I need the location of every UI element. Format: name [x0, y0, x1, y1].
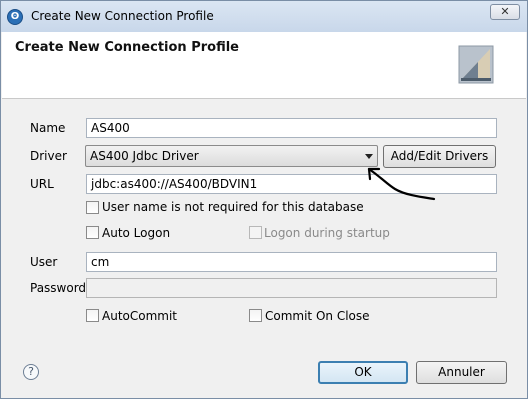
- connection-wizard-icon: [458, 45, 494, 84]
- close-button[interactable]: ✕: [490, 4, 520, 20]
- driver-label: Driver: [30, 149, 67, 163]
- username-not-required-label: User name is not required for this datab…: [102, 200, 364, 214]
- hand-drawn-arrow-annotation: [367, 167, 436, 201]
- password-input[interactable]: [86, 278, 497, 298]
- url-label: URL: [30, 177, 54, 191]
- banner-title: Create New Connection Profile: [15, 40, 239, 55]
- user-label: User: [30, 255, 58, 269]
- window-title: Create New Connection Profile: [31, 9, 214, 23]
- ok-button[interactable]: OK: [318, 361, 408, 384]
- autocommit-checkbox[interactable]: [86, 309, 99, 322]
- name-label: Name: [30, 121, 66, 135]
- connection-profile-dialog: ʘ Create New Connection Profile ✕ Create…: [0, 0, 528, 399]
- username-not-required-checkbox[interactable]: [86, 201, 99, 214]
- driver-select[interactable]: AS400 Jdbc Driver: [85, 145, 378, 167]
- app-icon: ʘ: [7, 9, 23, 25]
- commit-on-close-label: Commit On Close: [265, 309, 370, 323]
- help-icon[interactable]: ?: [23, 364, 39, 380]
- user-input[interactable]: cm: [86, 252, 497, 272]
- dialog-banner: Create New Connection Profile: [2, 32, 526, 99]
- cancel-button[interactable]: Annuler: [416, 361, 507, 384]
- logon-during-startup-checkbox: [249, 226, 262, 239]
- auto-logon-label: Auto Logon: [102, 226, 171, 240]
- autocommit-label: AutoCommit: [102, 309, 177, 323]
- chevron-down-icon[interactable]: [365, 154, 373, 159]
- title-bar: ʘ Create New Connection Profile ✕: [1, 1, 527, 32]
- password-label: Password: [30, 281, 87, 295]
- auto-logon-checkbox[interactable]: [86, 226, 99, 239]
- commit-on-close-checkbox[interactable]: [249, 309, 262, 322]
- name-input[interactable]: AS400: [86, 118, 497, 138]
- driver-select-value: AS400 Jdbc Driver: [90, 149, 199, 163]
- logon-during-startup-label: Logon during startup: [264, 226, 390, 240]
